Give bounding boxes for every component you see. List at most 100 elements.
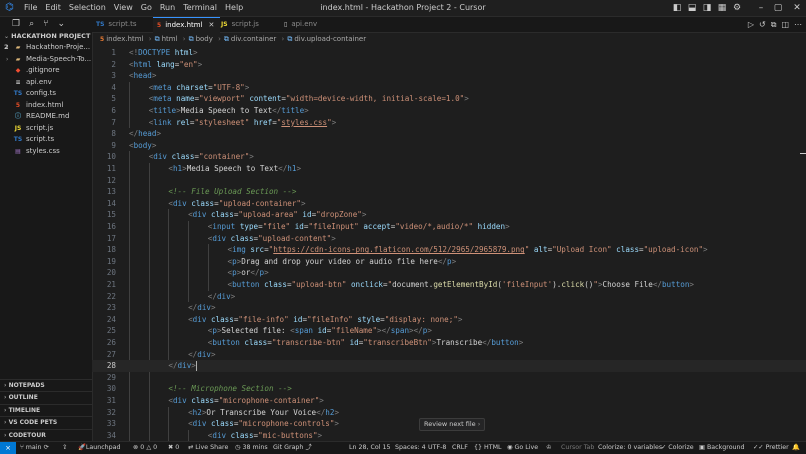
git-graph-status[interactable]: Git Graph ⤴ bbox=[273, 442, 312, 454]
minimize-icon[interactable]: – bbox=[754, 3, 768, 13]
tree-file-gitignore[interactable]: ◆ .gitignore bbox=[0, 65, 92, 77]
code-line[interactable]: 32 <h2>Or Transcribe Your Voice</h2> bbox=[92, 407, 806, 419]
review-next-file-button[interactable]: Review next file › bbox=[419, 418, 486, 431]
launchpad-status[interactable]: 🚀Launchpad bbox=[78, 442, 121, 454]
workspace-header[interactable]: ⌄ HACKATHON PROJECT 2 bbox=[0, 31, 92, 51]
code-line[interactable]: 25 <p>Selected file: <span id="fileName">… bbox=[92, 325, 806, 337]
chevron-down-icon[interactable]: ⌄ bbox=[58, 19, 66, 29]
section-timeline[interactable]: › TIMELINE bbox=[0, 403, 92, 417]
more-actions-icon[interactable]: ⋯ bbox=[794, 20, 802, 29]
search-icon[interactable]: ⌕ bbox=[29, 19, 34, 29]
notifications-icon[interactable]: 🔔 bbox=[792, 442, 800, 454]
code-line[interactable]: 30 <!-- Microphone Section --> bbox=[92, 383, 806, 395]
code-line[interactable]: 22 </div> bbox=[92, 291, 806, 303]
close-window-icon[interactable]: ✕ bbox=[788, 3, 806, 13]
colorize-status[interactable]: ✓ Colorize bbox=[661, 442, 694, 454]
section-notepads[interactable]: › NOTEPADS bbox=[0, 378, 92, 392]
copilot-icon[interactable]: ♔ bbox=[546, 442, 552, 454]
remote-indicator-icon[interactable]: ⨯ bbox=[0, 442, 16, 454]
tree-file-script-js[interactable]: JS script.js bbox=[0, 123, 92, 135]
cursor-tab-status[interactable]: Cursor Tab bbox=[561, 442, 594, 454]
colorize-variables-status[interactable]: Colorize: 0 variables bbox=[598, 442, 662, 454]
tree-file-readme[interactable]: ⓘ README.md bbox=[0, 111, 92, 123]
run-icon[interactable]: ▷ bbox=[748, 20, 754, 29]
tree-file-script-ts[interactable]: TS script.ts bbox=[0, 134, 92, 146]
tab-script-ts[interactable]: TS script.ts bbox=[92, 17, 156, 32]
breadcrumb-item[interactable]: index.html bbox=[106, 35, 143, 43]
close-tab-icon[interactable]: ✕ bbox=[209, 21, 215, 29]
code-line[interactable]: 6 <title>Media Speech to Text</title> bbox=[92, 105, 806, 117]
section-outline[interactable]: › OUTLINE bbox=[0, 391, 92, 404]
code-line[interactable]: 2 <html lang="en"> bbox=[92, 59, 806, 71]
code-line[interactable]: 34 <div class="mic-buttons"> bbox=[92, 430, 806, 441]
tree-file-styles-css[interactable]: ▤ styles.css bbox=[0, 146, 92, 158]
open-preview-icon[interactable]: ⧉ bbox=[771, 20, 777, 30]
code-line[interactable]: 11 <h1>Media Speech to Text</h1> bbox=[92, 163, 806, 175]
code-line[interactable]: 13 <!-- File Upload Section --> bbox=[92, 186, 806, 198]
code-line[interactable]: 21 <button class="upload-btn" onclick="do… bbox=[92, 279, 806, 291]
tree-file-config-ts[interactable]: TS config.ts bbox=[0, 88, 92, 100]
code-line[interactable]: 26 <button class="transcribe-btn" id="tra… bbox=[92, 337, 806, 349]
tree-file-api-env[interactable]: ≡ api.env bbox=[0, 77, 92, 89]
code-line[interactable]: 14 <div class="upload-container"> bbox=[92, 198, 806, 210]
background-status[interactable]: ▣ Background bbox=[699, 442, 745, 454]
code-line[interactable]: 9 <body> bbox=[92, 140, 806, 152]
code-line[interactable]: 3 <head> bbox=[92, 70, 806, 82]
language-mode[interactable]: {} HTML bbox=[474, 442, 502, 454]
tree-file-index-html[interactable]: 5 index.html bbox=[0, 100, 92, 112]
encoding-status[interactable]: UTF-8 bbox=[428, 442, 446, 454]
code-line[interactable]: 4 <meta charset="UTF-8"> bbox=[92, 82, 806, 94]
code-line[interactable]: 8 </head> bbox=[92, 128, 806, 140]
settings-gear-icon[interactable]: ⚙ bbox=[730, 3, 744, 13]
maximize-icon[interactable]: ▢ bbox=[769, 3, 787, 13]
ports-status[interactable]: ✖ 0 bbox=[168, 442, 179, 454]
tree-folder-media-speech[interactable]: › ▰ Media-Speech-To... bbox=[0, 54, 92, 66]
code-line[interactable]: 27 </div> bbox=[92, 349, 806, 361]
tree-folder-hackathon[interactable]: › ▰ Hackathon-Proje... bbox=[0, 42, 92, 54]
breadcrumb-item[interactable]: div.container bbox=[231, 35, 276, 43]
code-line[interactable]: 31 <div class="microphone-container"> bbox=[92, 395, 806, 407]
code-line[interactable]: 16 <input type="file" id="fileInput" acce… bbox=[92, 221, 806, 233]
code-line[interactable]: 23 </div> bbox=[92, 302, 806, 314]
tab-api-env[interactable]: ▯ api.env bbox=[280, 17, 344, 32]
code-editor[interactable]: 1 <!DOCTYPE html> 2 <html lang="en"> 3 <head>… bbox=[92, 46, 806, 441]
cursor-position[interactable]: Ln 28, Col 15 bbox=[349, 442, 391, 454]
code-line[interactable]: 1 <!DOCTYPE html> bbox=[92, 47, 806, 59]
section-vscode-pets[interactable]: › VS CODE PETS bbox=[0, 416, 92, 429]
code-line[interactable]: 7 <link rel="stylesheet" href="styles.css… bbox=[92, 117, 806, 129]
time-tracker-status[interactable]: ◷ 38 mins bbox=[235, 442, 268, 454]
code-line[interactable]: 28 </div> bbox=[92, 360, 806, 372]
tab-script-js[interactable]: JS script.js bbox=[217, 17, 283, 32]
eol-status[interactable]: CRLF bbox=[452, 442, 468, 454]
toggle-primary-sidebar-icon[interactable]: ◧ bbox=[670, 3, 684, 13]
code-line[interactable]: 12 bbox=[92, 175, 806, 187]
code-line[interactable]: 24 <div class="file-info" id="fileInfo" s… bbox=[92, 314, 806, 326]
explorer-icon[interactable]: ❐ bbox=[12, 19, 20, 29]
split-editor-icon[interactable]: ◫ bbox=[781, 20, 789, 29]
toggle-secondary-sidebar-icon[interactable]: ◨ bbox=[700, 3, 714, 13]
publish-icon[interactable]: ⇪ bbox=[62, 442, 67, 454]
breadcrumb-item[interactable]: body bbox=[196, 35, 213, 43]
customize-layout-icon[interactable]: ▦ bbox=[715, 3, 729, 13]
indentation-status[interactable]: Spaces: 4 bbox=[395, 442, 426, 454]
code-line[interactable]: 29 bbox=[92, 372, 806, 384]
code-line[interactable]: 10 <div class="container"> bbox=[92, 151, 806, 163]
live-share-status[interactable]: ⇄ Live Share bbox=[188, 442, 228, 454]
problems-status[interactable]: ⊗ 0 △ 0 bbox=[133, 442, 157, 454]
breadcrumb-item[interactable]: html bbox=[162, 35, 178, 43]
tab-index-html[interactable]: 5 index.html ✕ bbox=[153, 17, 220, 33]
code-line[interactable]: 18 <img src="https://cdn-icons-png.flatic… bbox=[92, 244, 806, 256]
section-codetour[interactable]: › CODETOUR bbox=[0, 428, 92, 442]
go-live-button[interactable]: ◉ Go Live bbox=[507, 442, 538, 454]
code-line[interactable]: 5 <meta name="viewport" content="width=de… bbox=[92, 93, 806, 105]
prettier-status[interactable]: ✓✓ Prettier bbox=[753, 442, 789, 454]
code-line[interactable]: 15 <div class="upload-area" id="dropZone"… bbox=[92, 209, 806, 221]
source-control-icon[interactable]: ⑂ bbox=[43, 19, 48, 29]
code-line[interactable]: 20 <p>or</p> bbox=[92, 267, 806, 279]
toggle-panel-icon[interactable]: ⬓ bbox=[685, 3, 699, 13]
code-line[interactable]: 19 <p>Drag and drop your video or audio f… bbox=[92, 256, 806, 268]
breadcrumb-item[interactable]: div.upload-container bbox=[294, 35, 366, 43]
history-icon[interactable]: ↺ bbox=[759, 20, 766, 29]
branch-status[interactable]: ⑂ main ⟳ bbox=[20, 442, 49, 454]
code-line[interactable]: 17 <div class="upload-content"> bbox=[92, 233, 806, 245]
